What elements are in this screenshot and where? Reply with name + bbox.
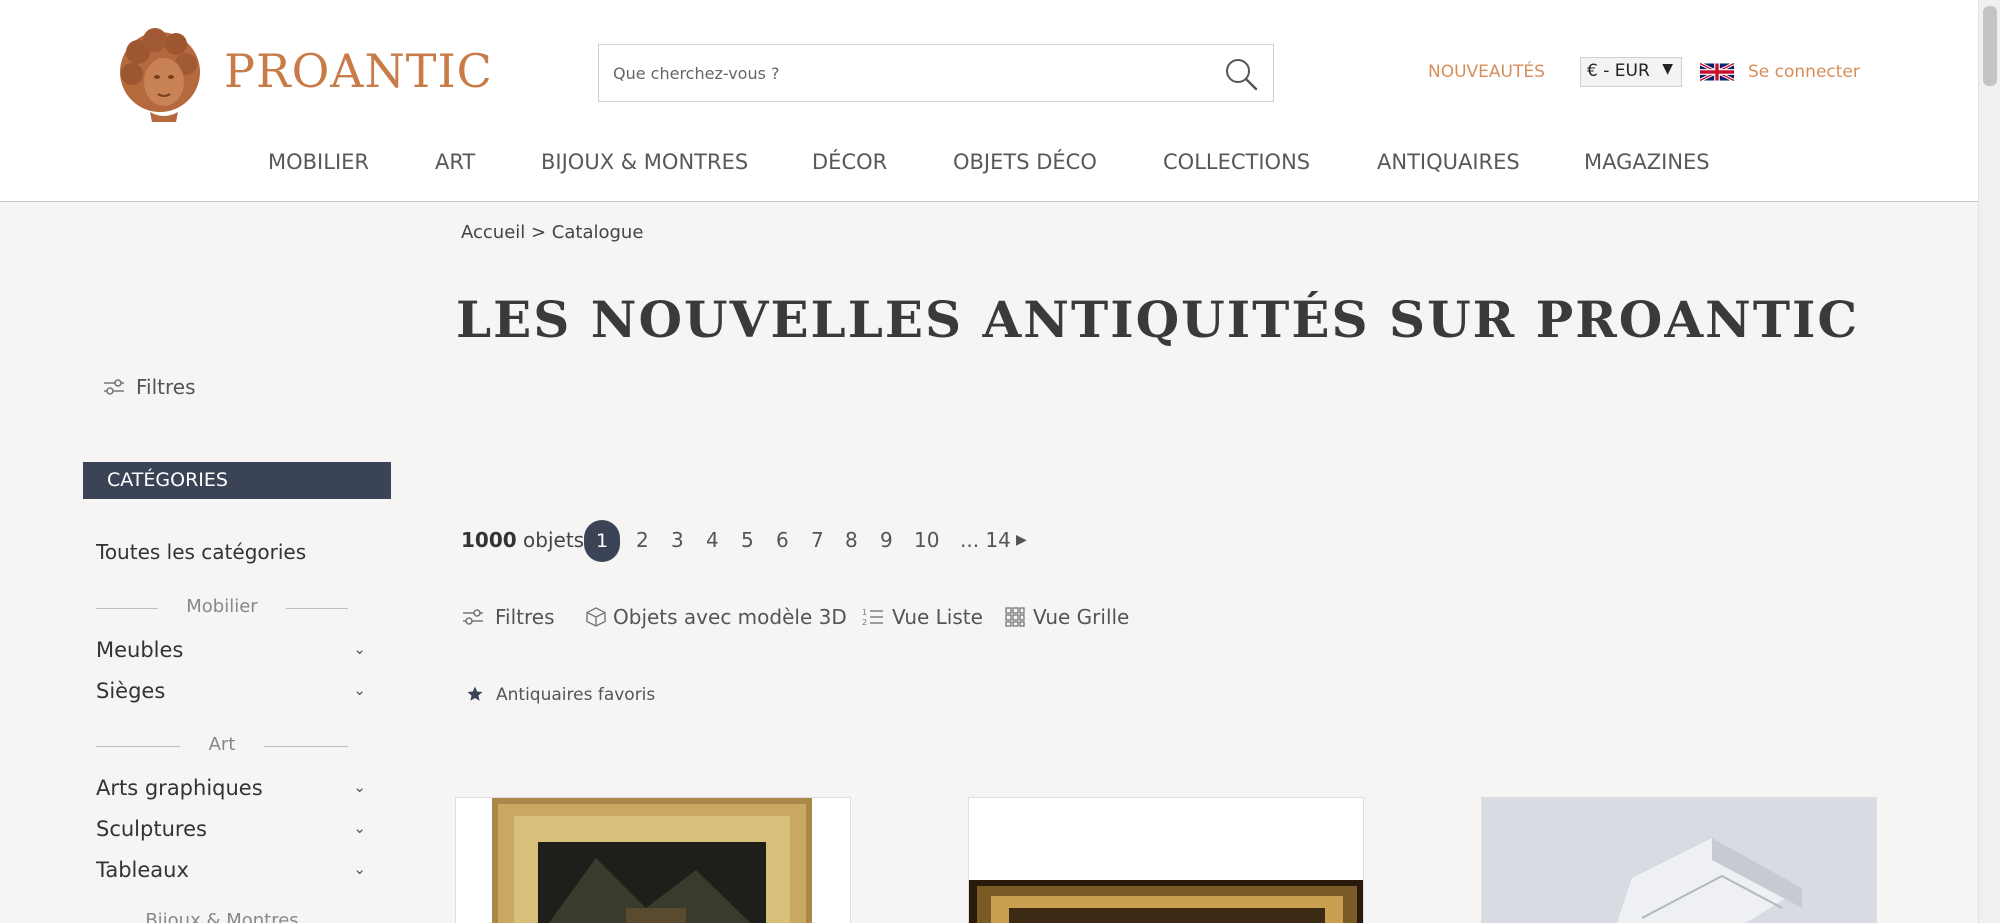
grid-view-label: Vue Grille — [1033, 605, 1130, 629]
pagination-current[interactable]: 1 — [584, 520, 620, 562]
nav-antiquaires[interactable]: ANTIQUAIRES — [1377, 150, 1520, 174]
category-item-label: Tableaux — [96, 858, 189, 882]
main-nav: MOBILIER ART BIJOUX & MONTRES DÉCOR OBJE… — [108, 122, 1848, 202]
currency-select[interactable]: € - EUR ▼ — [1580, 57, 1682, 87]
model3d-filter-label: Objets avec modèle 3D — [613, 605, 847, 629]
nav-bijoux-montres[interactable]: BIJOUX & MONTRES — [541, 150, 748, 174]
chevron-down-icon: ▼ — [1662, 61, 1673, 77]
category-item-label: Meubles — [96, 638, 184, 662]
filters-icon — [104, 379, 124, 395]
list-view-icon: 1 2 — [862, 608, 883, 627]
category-item-sculptures[interactable]: Sculptures ⌄ — [96, 817, 366, 841]
logo-text: PROANTIC — [224, 44, 493, 98]
search-icon — [1226, 59, 1258, 91]
pagination-page[interactable]: 6 — [776, 528, 789, 552]
category-item-label: Sièges — [96, 679, 166, 703]
category-item-tableaux[interactable]: Tableaux ⌄ — [96, 858, 366, 882]
uk-flag-icon[interactable] — [1700, 61, 1734, 83]
category-item-label: Arts graphiques — [96, 776, 263, 800]
logo-head-icon — [120, 28, 200, 122]
pagination-page[interactable]: 3 — [671, 528, 684, 552]
header-utilities: NOUVEAUTÉS € - EUR ▼ Se connecter — [1420, 56, 1860, 90]
results-count-number: 1000 — [461, 528, 517, 552]
pagination-page[interactable]: 9 — [880, 528, 893, 552]
currency-value: € - EUR — [1587, 61, 1650, 81]
category-group-label: Mobilier — [186, 596, 258, 617]
product-card[interactable] — [1481, 797, 1877, 923]
results-count-label: objets — [523, 528, 585, 552]
sidebar-filters-toggle[interactable]: Filtres — [102, 375, 196, 399]
sidebar-filters-label: Filtres — [136, 375, 196, 399]
nav-decor[interactable]: DÉCOR — [812, 150, 887, 174]
category-group-label: Bijoux & Montres — [145, 910, 299, 923]
pagination-page[interactable]: 7 — [811, 528, 824, 552]
nav-mobilier[interactable]: MOBILIER — [268, 150, 369, 174]
page-scrollbar[interactable] — [1978, 0, 2000, 923]
svg-text:2: 2 — [862, 618, 867, 627]
category-group-label: Art — [208, 734, 236, 755]
site-header: PROANTIC NOUVEAUTÉS € - EUR ▼ Se connect… — [0, 0, 1978, 202]
search-input[interactable] — [613, 59, 1193, 87]
toolbar-filters-label: Filtres — [495, 605, 555, 629]
category-item-sieges[interactable]: Sièges ⌄ — [96, 679, 366, 703]
list-view-button[interactable]: 1 2 Vue Liste — [862, 605, 983, 629]
grid-view-button[interactable]: Vue Grille — [1005, 605, 1129, 629]
filters-icon — [463, 609, 483, 625]
model3d-filter-button[interactable]: Objets avec modèle 3D — [585, 605, 847, 629]
chevron-down-icon: ⌄ — [353, 681, 366, 699]
product-card[interactable] — [455, 797, 851, 923]
list-view-label: Vue Liste — [892, 605, 983, 629]
product-image — [1482, 798, 1876, 923]
product-card[interactable] — [968, 797, 1364, 923]
categories-header: CATÉGORIES — [83, 462, 391, 499]
all-categories-link[interactable]: Toutes les catégories — [96, 540, 306, 564]
svg-text:1: 1 — [862, 608, 867, 617]
chevron-down-icon: ⌄ — [353, 819, 366, 837]
nav-objets-deco[interactable]: OBJETS DÉCO — [953, 150, 1097, 174]
category-item-label: Sculptures — [96, 817, 207, 841]
search-button[interactable] — [1223, 56, 1259, 92]
grid-view-icon — [1005, 607, 1025, 627]
next-page-icon[interactable]: ▶ — [1016, 532, 1027, 548]
category-item-meubles[interactable]: Meubles ⌄ — [96, 638, 366, 662]
star-icon — [467, 686, 483, 701]
category-item-arts-graphiques[interactable]: Arts graphiques ⌄ — [96, 776, 366, 800]
chevron-down-icon: ⌄ — [353, 860, 366, 878]
favorite-dealers-label: Antiquaires favoris — [496, 685, 656, 705]
cube-3d-icon — [586, 607, 606, 627]
nav-collections[interactable]: COLLECTIONS — [1163, 150, 1310, 174]
results-count: 1000 objets — [461, 528, 584, 552]
logo[interactable]: PROANTIC — [110, 22, 492, 122]
product-image — [456, 798, 850, 923]
category-group-mobilier: Mobilier — [96, 596, 348, 620]
pagination-page[interactable]: 10 — [914, 528, 939, 552]
nouveautes-link[interactable]: NOUVEAUTÉS — [1428, 62, 1545, 82]
breadcrumb[interactable]: Accueil > Catalogue — [461, 222, 643, 243]
chevron-down-icon: ⌄ — [353, 640, 366, 658]
category-group-art: Art — [96, 734, 348, 758]
page-title: LES NOUVELLES ANTIQUITÉS SUR PROANTIC — [456, 290, 1860, 349]
toolbar-filters-button[interactable]: Filtres — [461, 605, 555, 629]
pagination-page[interactable]: ... 14 — [960, 528, 1011, 552]
chevron-down-icon: ⌄ — [353, 778, 366, 796]
pagination-page[interactable]: 2 — [636, 528, 649, 552]
scrollbar-thumb[interactable] — [1983, 6, 1997, 86]
product-image — [969, 798, 1363, 923]
login-link[interactable]: Se connecter — [1748, 62, 1860, 82]
pagination-page[interactable]: 5 — [741, 528, 754, 552]
search-bar — [598, 44, 1274, 102]
favorite-dealers-filter[interactable]: Antiquaires favoris — [466, 685, 655, 705]
pagination-page[interactable]: 4 — [706, 528, 719, 552]
nav-magazines[interactable]: MAGAZINES — [1584, 150, 1710, 174]
category-group-bijoux: Bijoux & Montres — [96, 910, 348, 923]
pagination-page[interactable]: 8 — [845, 528, 858, 552]
nav-art[interactable]: ART — [435, 150, 475, 174]
